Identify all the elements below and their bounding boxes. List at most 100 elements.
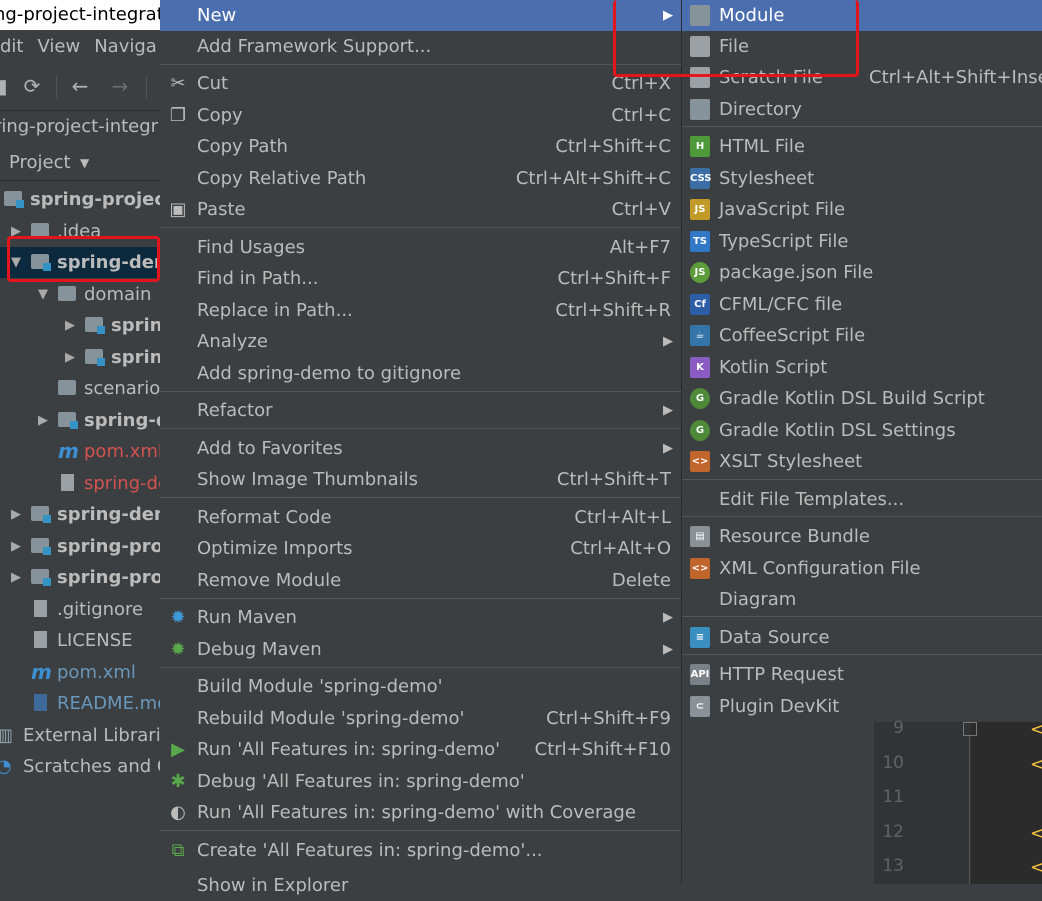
sync-icon[interactable]: ⟳ [20,74,44,98]
menu-item-paste[interactable]: ▣ Paste Ctrl+V [160,194,681,225]
menu-navigate[interactable]: Naviga [94,30,157,64]
menu-item-rebuild-module[interactable]: Rebuild Module 'spring-demo' Ctrl+Shift+F… [160,703,681,734]
menu-item-copy-relative-path[interactable]: Copy Relative Path Ctrl+Alt+Shift+C [160,163,681,194]
menu-item-build-module[interactable]: Build Module 'spring-demo' [160,671,681,702]
expand-arrow-right-icon[interactable]: ▶ [36,405,50,436]
markdown-file-icon [34,694,47,711]
new-submenu-item-label: Edit File Templates... [719,489,905,510]
new-submenu-item-14[interactable]: G Gradle Kotlin DSL Settings [682,415,1042,446]
menu-item-add-framework[interactable]: Add Framework Support... [160,31,681,62]
menu-item-run-with-coverage[interactable]: ◐ Run 'All Features in: spring-demo' with… [160,797,681,828]
expand-arrow-right-icon[interactable]: ▶ [9,562,23,593]
tree-item[interactable]: m pom.xml [0,657,160,688]
menu-item-remove-module[interactable]: Remove Module Delete [160,565,681,596]
folder-icon [58,380,76,395]
line-number: 12 [882,821,904,842]
tree-item[interactable]: ▶ spring [0,342,160,373]
project-view-header[interactable]: Project ▼ [0,146,160,181]
clipboard-icon: ▣ [169,199,187,220]
menu-item-create-run-config[interactable]: ⧉ Create 'All Features in: spring-demo'..… [160,835,681,866]
new-submenu-item-19[interactable]: Diagram [682,584,1042,615]
expand-arrow-down-icon[interactable]: ▼ [36,279,50,310]
new-submenu-item-10[interactable]: Cf CFML/CFC file [682,289,1042,320]
api-icon: API [690,664,710,685]
menu-item-copy-path[interactable]: Copy Path Ctrl+Shift+C [160,131,681,162]
menu-item-run-maven[interactable]: ✹ Run Maven ▶ [160,602,681,633]
tree-item[interactable]: ◔ Scratches and C [0,751,160,782]
new-submenu-item-11[interactable]: ☕ CoffeeScript File [682,320,1042,351]
new-submenu-item-21[interactable]: API HTTP Request [682,659,1042,690]
menu-item-new[interactable]: New ▶ [160,0,681,31]
expand-arrow-right-icon[interactable]: ▶ [9,499,23,530]
menu-item-add-to-favorites[interactable]: Add to Favorites ▶ [160,433,681,464]
new-submenu-item-label: JavaScript File [719,199,846,220]
gradle-icon: G [690,420,710,441]
menu-item-cut[interactable]: ✂ Cut Ctrl+X [160,68,681,99]
tree-item[interactable]: spring-de [0,468,160,499]
tree-item[interactable]: ▶ spring-proje [0,562,160,593]
menu-item-debug-all-features[interactable]: ✱ Debug 'All Features in: spring-demo' [160,766,681,797]
tree-item[interactable]: ▶ spring-de [0,405,160,436]
new-submenu-item-8[interactable]: TS TypeScript File [682,226,1042,257]
menu-item-copy[interactable]: ❐ Copy Ctrl+C [160,100,681,131]
fold-marker-icon[interactable] [963,722,977,736]
new-submenu-item-15[interactable]: <> XSLT Stylesheet [682,446,1042,477]
toolbar-divider [146,76,147,98]
menu-item-run-all-features[interactable]: ▶ Run 'All Features in: spring-demo' Ctrl+… [160,734,681,765]
new-submenu-item-16[interactable]: Edit File Templates... [682,484,1042,515]
menu-item-find-in-path[interactable]: Find in Path... Ctrl+Shift+F [160,263,681,294]
tree-item[interactable]: ▶ spring-demo [0,499,160,530]
menu-view[interactable]: View [37,30,80,64]
new-submenu-item-5[interactable]: H HTML File [682,131,1042,162]
gradle-icon: G [690,388,710,409]
menu-separator [682,126,1042,127]
new-submenu-item-18[interactable]: <> XML Configuration File [682,553,1042,584]
menu-edit[interactable]: dit [0,30,23,64]
context-menu: New ▶ Add Framework Support... ✂ Cut Ctrl+X… [160,0,682,896]
new-submenu-item-20[interactable]: ≡ Data Source [682,622,1042,653]
tree-item[interactable]: README.md [0,688,160,719]
tree-item[interactable]: ▶ spring [0,310,160,341]
code-bracket-icon: < [1030,822,1042,844]
navigation-breadcrumb[interactable]: ring-project-integr [0,110,160,147]
maven-icon: m [58,439,79,463]
new-submenu-item-13[interactable]: G Gradle Kotlin DSL Build Script [682,383,1042,414]
expand-arrow-right-icon[interactable]: ▶ [63,310,77,341]
tree-item[interactable]: .gitignore [0,594,160,625]
tree-item[interactable]: ▼ domain [0,279,160,310]
menu-item-show-thumbnails[interactable]: Show Image Thumbnails Ctrl+Shift+T [160,464,681,495]
run-config-icon: ⧉ [171,840,185,861]
new-submenu-item-9[interactable]: JS package.json File [682,257,1042,288]
menu-item-find-usages[interactable]: Find Usages Alt+F7 [160,232,681,263]
menu-item-analyze[interactable]: Analyze ▶ [160,326,681,357]
new-submenu-item-17[interactable]: ▤ Resource Bundle [682,521,1042,552]
save-icon[interactable]: ▮ [0,74,14,98]
menu-item-refactor[interactable]: Refactor ▶ [160,395,681,426]
menu-item-reformat-code[interactable]: Reformat Code Ctrl+Alt+L [160,502,681,533]
code-bracket-icon: < [1030,719,1042,740]
menu-separator [160,428,681,429]
tree-item[interactable]: m pom.xml [0,436,160,467]
tree-item[interactable]: scenario [0,373,160,404]
forward-arrow-icon[interactable]: → [108,74,132,98]
menu-item-add-to-gitignore[interactable]: Add spring-demo to gitignore [160,358,681,389]
new-submenu-item-6[interactable]: CSS Stylesheet [682,163,1042,194]
new-submenu-item-7[interactable]: JS JavaScript File [682,194,1042,225]
menu-item-show-in-explorer[interactable]: Show in Explorer [160,870,681,901]
new-submenu-item-12[interactable]: K Kotlin Script [682,352,1042,383]
tree-item[interactable]: ▶ spring-proje [0,531,160,562]
new-submenu-item-label: Resource Bundle [719,526,870,547]
menu-item-optimize-imports[interactable]: Optimize Imports Ctrl+Alt+O [160,533,681,564]
new-submenu-item-22[interactable]: ⊂ Plugin DevKit [682,691,1042,722]
expand-arrow-right-icon[interactable]: ▶ [63,342,77,373]
tree-item[interactable]: LICENSE [0,625,160,656]
expand-arrow-right-icon[interactable]: ▶ [9,531,23,562]
new-submenu-item-4[interactable]: Directory [682,94,1042,125]
menu-item-replace-in-path[interactable]: Replace in Path... Ctrl+Shift+R [160,295,681,326]
caret-down-icon[interactable]: ▼ [80,146,89,180]
menu-item-debug-maven[interactable]: ✹ Debug Maven ▶ [160,634,681,665]
module-folder-icon [31,506,51,523]
tree-item[interactable]: ▥ External Librarie [0,720,160,751]
back-arrow-icon[interactable]: ← [68,74,92,98]
tree-item[interactable]: ▼spring-project- [0,184,160,215]
